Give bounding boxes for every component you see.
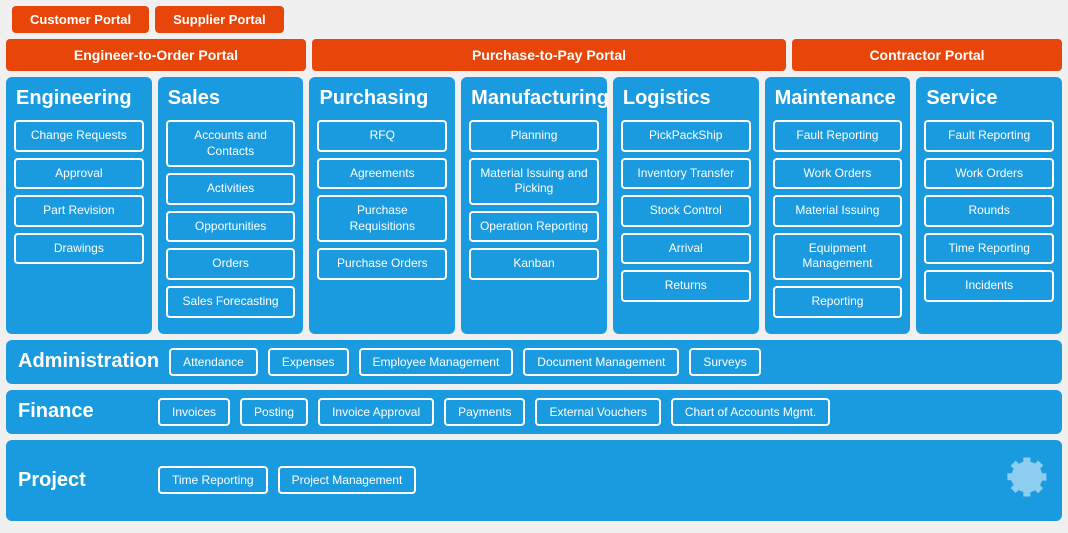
module-column: Sales Accounts and Contacts Activities Oppo…: [158, 77, 304, 334]
column-item[interactable]: Activities: [166, 173, 296, 205]
main-container: Customer PortalSupplier Portal Engineer-…: [0, 0, 1068, 533]
bottom-row: Finance Invoices Posting Invoice Approval Pa…: [6, 390, 1062, 434]
column-item[interactable]: Agreements: [317, 158, 447, 190]
column-item[interactable]: Orders: [166, 248, 296, 280]
bottom-row-item[interactable]: Payments: [444, 398, 525, 426]
column-title: Engineering: [14, 87, 144, 110]
bottom-row-item[interactable]: Expenses: [268, 348, 349, 376]
column-title: Service: [924, 87, 1054, 110]
column-item[interactable]: PickPackShip: [621, 120, 751, 152]
column-item[interactable]: RFQ: [317, 120, 447, 152]
top-portal-btn[interactable]: Customer Portal: [12, 6, 149, 33]
column-item[interactable]: Drawings: [14, 233, 144, 265]
bottom-row-title: Project: [18, 469, 148, 492]
portal-header: Contractor Portal: [792, 39, 1062, 71]
bottom-row-title: Finance: [18, 400, 148, 423]
bottom-row-item[interactable]: External Vouchers: [535, 398, 660, 426]
column-item[interactable]: Material Issuing and Picking: [469, 158, 599, 205]
module-column: Maintenance Fault Reporting Work Orders Mat…: [765, 77, 911, 334]
column-item[interactable]: Fault Reporting: [773, 120, 903, 152]
module-column: Manufacturing Planning Material Issuing an…: [461, 77, 607, 334]
column-item[interactable]: Equipment Management: [773, 233, 903, 280]
gear-icon: [990, 448, 1050, 513]
module-column: Purchasing RFQ Agreements Purchase Requisit…: [309, 77, 455, 334]
column-item[interactable]: Work Orders: [773, 158, 903, 190]
bottom-row-item[interactable]: Invoices: [158, 398, 230, 426]
column-title: Purchasing: [317, 87, 447, 110]
column-item[interactable]: Time Reporting: [924, 233, 1054, 265]
bottom-row-item[interactable]: Time Reporting: [158, 466, 268, 494]
bottom-row-item[interactable]: Employee Management: [359, 348, 514, 376]
column-item[interactable]: Accounts and Contacts: [166, 120, 296, 167]
column-item[interactable]: Opportunities: [166, 211, 296, 243]
module-column: Logistics PickPackShip Inventory Transfer S…: [613, 77, 759, 334]
column-item[interactable]: Sales Forecasting: [166, 286, 296, 318]
top-portals: Customer PortalSupplier Portal: [12, 6, 1062, 33]
column-item[interactable]: Purchase Orders: [317, 248, 447, 280]
column-item[interactable]: Material Issuing: [773, 195, 903, 227]
top-portal-btn[interactable]: Supplier Portal: [155, 6, 283, 33]
column-title: Manufacturing: [469, 87, 599, 110]
column-title: Maintenance: [773, 87, 903, 110]
column-item[interactable]: Operation Reporting: [469, 211, 599, 243]
column-item[interactable]: Inventory Transfer: [621, 158, 751, 190]
column-item[interactable]: Stock Control: [621, 195, 751, 227]
column-item[interactable]: Rounds: [924, 195, 1054, 227]
bottom-row-item[interactable]: Chart of Accounts Mgmt.: [671, 398, 830, 426]
portal-header: Purchase-to-Pay Portal: [312, 39, 786, 71]
bottom-row: Administration Attendance Expenses Employee…: [6, 340, 1062, 384]
bottom-row-item[interactable]: Attendance: [169, 348, 258, 376]
column-item[interactable]: Purchase Requisitions: [317, 195, 447, 242]
bottom-row: Project Time Reporting Project Management: [6, 440, 1062, 521]
column-item[interactable]: Reporting: [773, 286, 903, 318]
bottom-row-title: Administration: [18, 350, 159, 373]
column-item[interactable]: Kanban: [469, 248, 599, 280]
bottom-row-item[interactable]: Document Management: [523, 348, 679, 376]
column-item[interactable]: Returns: [621, 270, 751, 302]
bottom-row-item[interactable]: Posting: [240, 398, 308, 426]
module-column: Service Fault Reporting Work Orders Rounds T…: [916, 77, 1062, 334]
column-item[interactable]: Part Revision: [14, 195, 144, 227]
column-item[interactable]: Planning: [469, 120, 599, 152]
column-item[interactable]: Change Requests: [14, 120, 144, 152]
module-column: Engineering Change Requests Approval Part R…: [6, 77, 152, 334]
bottom-rows-container: Administration Attendance Expenses Employee…: [6, 340, 1062, 521]
column-title: Logistics: [621, 87, 751, 110]
column-item[interactable]: Incidents: [924, 270, 1054, 302]
columns-area: Engineering Change Requests Approval Part R…: [6, 77, 1062, 334]
column-item[interactable]: Work Orders: [924, 158, 1054, 190]
bottom-row-item[interactable]: Invoice Approval: [318, 398, 434, 426]
bottom-row-item[interactable]: Surveys: [689, 348, 760, 376]
column-item[interactable]: Fault Reporting: [924, 120, 1054, 152]
column-item[interactable]: Arrival: [621, 233, 751, 265]
portal-headers: Engineer-to-Order PortalPurchase-to-Pay …: [6, 39, 1062, 71]
column-item[interactable]: Approval: [14, 158, 144, 190]
bottom-row-item[interactable]: Project Management: [278, 466, 417, 494]
column-title: Sales: [166, 87, 296, 110]
portal-header: Engineer-to-Order Portal: [6, 39, 306, 71]
